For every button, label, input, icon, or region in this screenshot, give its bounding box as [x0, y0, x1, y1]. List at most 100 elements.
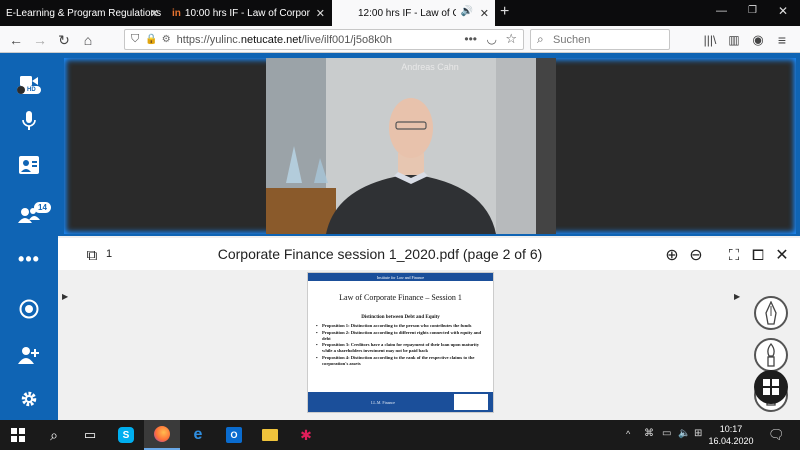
institute-logo-icon: [454, 394, 488, 410]
presenter-icon: [19, 156, 39, 174]
account-icon[interactable]: ◉: [748, 30, 768, 50]
battery-icon[interactable]: ▭: [662, 428, 671, 439]
windows-icon: [11, 428, 25, 442]
permissions-icon[interactable]: ⚙: [162, 34, 171, 45]
list-item: Proposition 1: Distinction according to …: [316, 323, 488, 329]
url-path: /live/ilf001/j5o8k0h: [301, 33, 392, 46]
search-icon[interactable]: ⌕: [36, 420, 72, 450]
annotate-brush-button[interactable]: [754, 338, 788, 372]
speaker-name: Andreas Cahn: [401, 62, 459, 72]
hd-toggle[interactable]: HD: [17, 86, 41, 94]
new-tab-icon[interactable]: +: [500, 3, 509, 21]
close-icon[interactable]: ✕: [316, 7, 325, 20]
tab-elearning[interactable]: E-Learning & Program Regulations ✕: [0, 0, 165, 26]
back-icon[interactable]: ←: [6, 30, 26, 50]
url-bar[interactable]: ⛉ 🔒 ⚙ https://yulinc. netucate.net/live/i…: [124, 29, 524, 50]
url-prefix: https://yulinc.: [176, 33, 241, 46]
slide-footer-text: LL.M. Finance: [370, 400, 396, 405]
skype-icon[interactable]: S: [108, 420, 144, 450]
pages-icon[interactable]: ⧉: [82, 245, 102, 265]
invite-button[interactable]: [14, 342, 44, 368]
slide-header: Institute for Law and Finance: [308, 273, 493, 281]
previous-page-icon[interactable]: ▶: [62, 292, 68, 301]
close-icon[interactable]: ✕: [480, 7, 489, 20]
notifications-icon[interactable]: 🗨: [768, 427, 785, 443]
site-favicon-icon: in: [172, 7, 181, 19]
speaker-icon[interactable]: 🔊: [461, 6, 473, 17]
bookmark-star-icon[interactable]: ☆: [505, 31, 517, 47]
edge-icon[interactable]: e: [180, 420, 216, 450]
tab-title: 12:00 hrs IF - Law of Corpor: [358, 7, 456, 19]
minimize-icon[interactable]: —: [716, 5, 727, 17]
participants-count-badge: 14: [34, 202, 51, 213]
slack-icon[interactable]: ✱: [288, 420, 324, 450]
tab-title: E-Learning & Program Regulations: [6, 7, 162, 19]
list-item: Proposition 4: Distinction according to …: [316, 355, 488, 367]
search-icon: ⌕: [537, 32, 544, 46]
browser-tab-strip: E-Learning & Program Regulations ✕ in 10…: [0, 0, 800, 26]
list-item: Proposition 2: Distinction according to …: [316, 330, 488, 342]
slide-subtitle: Distinction between Debt and Equity: [361, 315, 440, 320]
url-domain: netucate.net: [240, 33, 302, 46]
network-tray-icon[interactable]: ⌘: [644, 428, 654, 439]
fit-screen-icon[interactable]: ⛶: [724, 245, 744, 265]
speaker-video-image: [266, 58, 556, 234]
search-placeholder: Suchen: [553, 33, 591, 46]
restore-icon[interactable]: ❐: [748, 5, 757, 16]
more-options-icon[interactable]: •••: [14, 246, 44, 272]
slide-footer: LL.M. Finance: [308, 392, 493, 412]
hd-label: HD: [27, 87, 36, 93]
volume-icon[interactable]: 🔈: [678, 428, 690, 439]
microphone-icon: [22, 111, 36, 130]
slide-title: Law of Corporate Finance – Session 1: [339, 293, 462, 302]
layout-grid-button[interactable]: [754, 370, 788, 404]
menu-icon[interactable]: ≡: [772, 30, 792, 50]
close-icon[interactable]: ✕: [150, 7, 159, 20]
crop-icon[interactable]: ⧠: [748, 245, 768, 265]
zoom-out-icon[interactable]: ⊖: [686, 245, 706, 265]
start-button[interactable]: [0, 420, 36, 450]
more-icon[interactable]: •••: [464, 32, 477, 46]
brush-icon: [767, 343, 775, 367]
system-clock[interactable]: 10:17 16.04.2020: [706, 423, 756, 447]
browser-nav-bar: ← → ↻ ⌂ ⛉ 🔒 ⚙ https://yulinc. netucate.ne…: [0, 26, 800, 53]
search-input[interactable]: ⌕ Suchen: [530, 29, 670, 50]
record-icon: [19, 299, 39, 319]
reload-icon[interactable]: ↻: [54, 30, 74, 50]
clock-time: 10:17: [719, 424, 743, 434]
close-presentation-icon[interactable]: ✕: [772, 245, 792, 265]
slide-page: Institute for Law and Finance Law of Cor…: [307, 272, 494, 413]
library-icon[interactable]: |||\: [700, 30, 720, 50]
grid-icon: [763, 379, 779, 395]
window-close-icon[interactable]: ✕: [778, 4, 788, 18]
page-count: 1: [106, 248, 113, 260]
pocket-icon[interactable]: ◡: [487, 32, 497, 46]
document-title: Corporate Finance session 1_2020.pdf (pa…: [217, 246, 543, 262]
task-view-icon[interactable]: ▭: [72, 420, 108, 450]
outlook-icon[interactable]: O: [216, 420, 252, 450]
presenter-button[interactable]: [14, 152, 44, 178]
microphone-button[interactable]: [14, 108, 44, 134]
language-icon[interactable]: ⊞: [694, 428, 702, 439]
gear-icon: [21, 391, 37, 407]
speaker-video: [266, 58, 556, 234]
list-item: Proposition 3: Creditors have a claim fo…: [316, 342, 488, 354]
settings-button[interactable]: [14, 386, 44, 412]
pen-icon: [765, 301, 777, 325]
home-icon[interactable]: ⌂: [78, 30, 98, 50]
record-button[interactable]: [14, 296, 44, 322]
meeting-toolbar: HD 14 •••: [0, 54, 58, 420]
file-explorer-icon[interactable]: [252, 420, 288, 450]
slide-list: Proposition 1: Distinction according to …: [316, 323, 488, 368]
shield-icon[interactable]: ⛉: [131, 33, 139, 46]
tab-law-1200[interactable]: 12:00 hrs IF - Law of Corpor 🔊 ✕: [332, 0, 495, 26]
annotate-pen-button[interactable]: [754, 296, 788, 330]
forward-icon[interactable]: →: [30, 30, 50, 50]
zoom-in-icon[interactable]: ⊕: [662, 245, 682, 265]
clock-date: 16.04.2020: [708, 436, 754, 446]
chevron-up-icon[interactable]: ^: [626, 429, 630, 439]
sidebar-icon[interactable]: ▥: [724, 30, 744, 50]
tab-law-1000[interactable]: in 10:00 hrs IF - Law of Corporate ✕: [166, 0, 331, 26]
next-page-icon[interactable]: ▶: [734, 292, 740, 301]
firefox-icon[interactable]: [144, 420, 180, 450]
